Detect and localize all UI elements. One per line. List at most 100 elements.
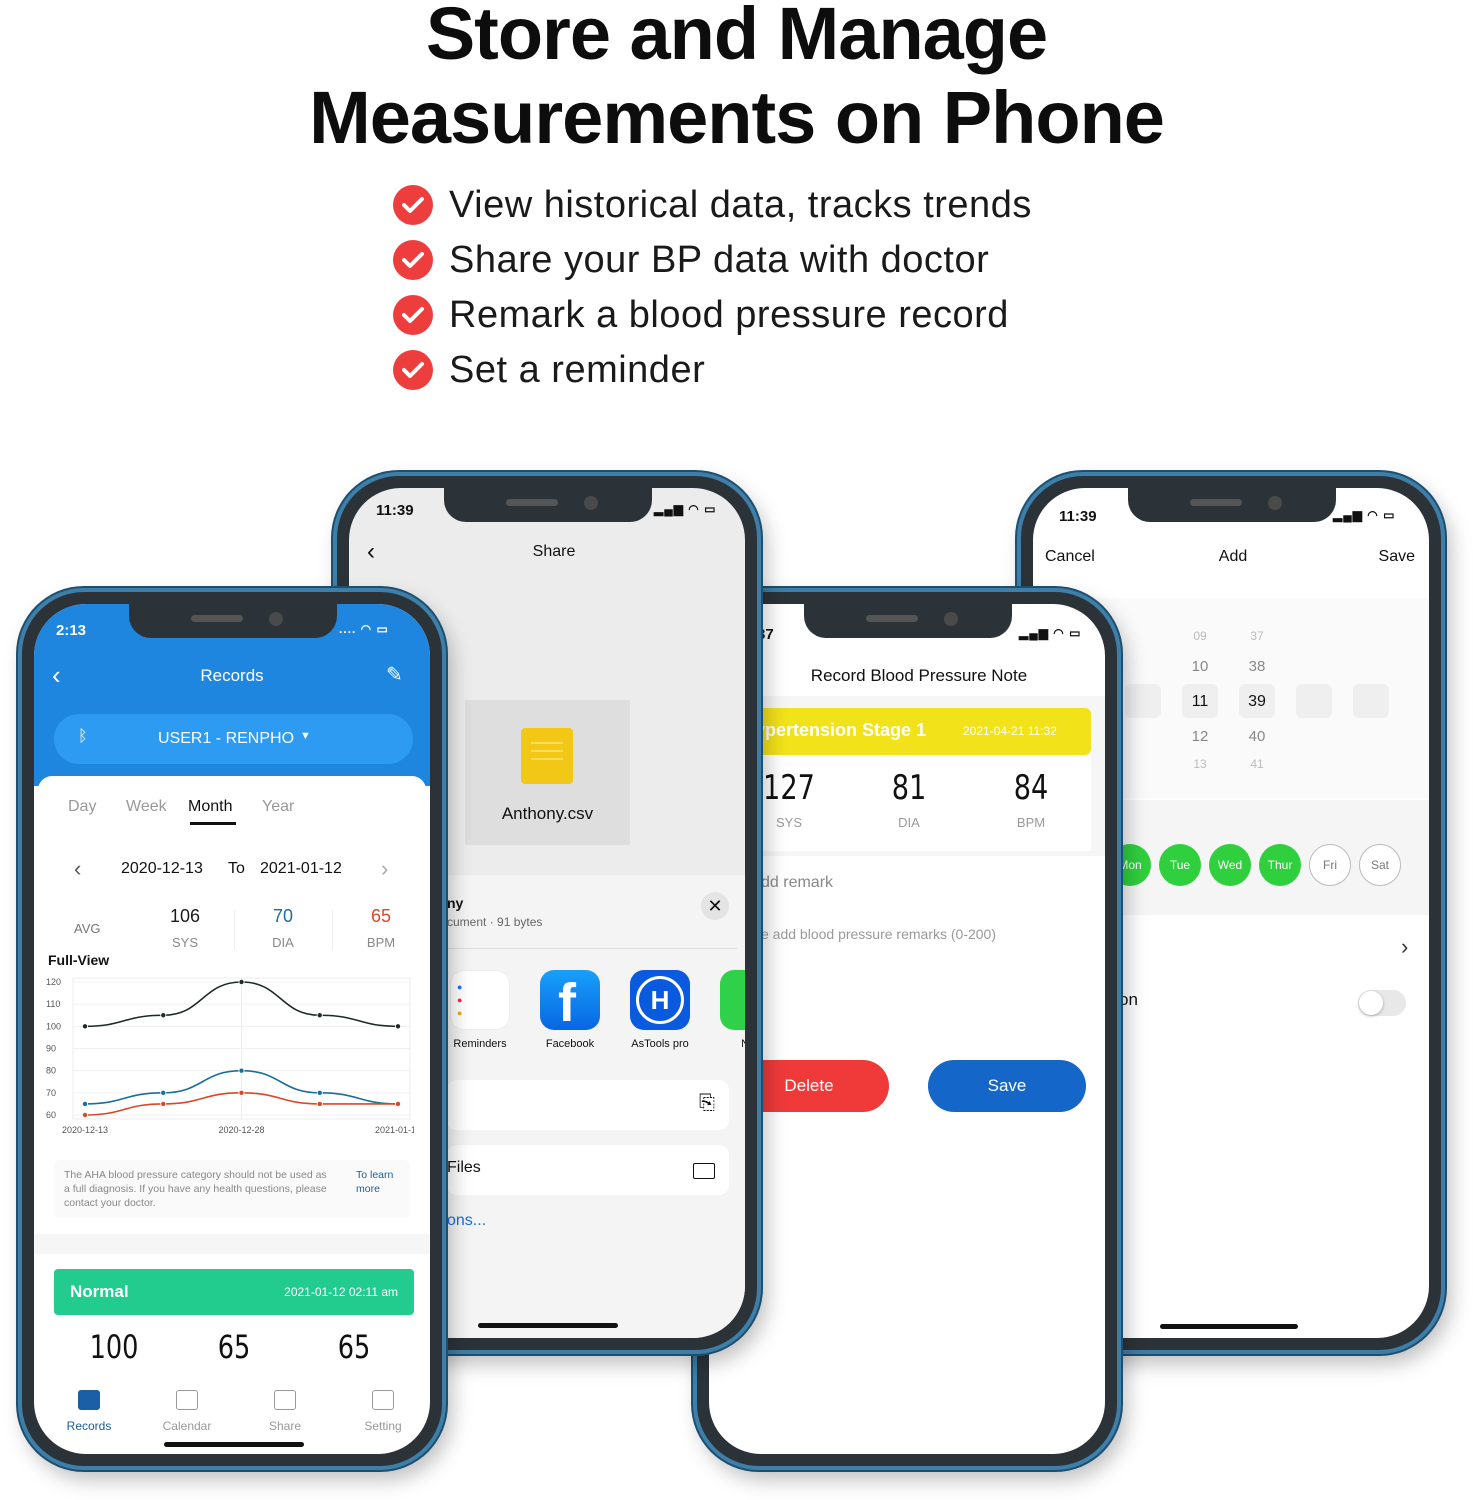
save-button[interactable]: Save (928, 1060, 1086, 1112)
astools-icon[interactable]: H (630, 970, 690, 1030)
tab-month[interactable]: Month (188, 798, 232, 816)
day-toggle-tue[interactable]: Tue (1159, 844, 1201, 886)
bp-trend-chart: 120 110 100 90 80 70 60 2020-12-13 2020-12-28 202… (46, 977, 414, 1135)
copy-action[interactable]: ⎘ (447, 1080, 729, 1130)
user-selector[interactable]: ᛒ USER1 - RENPHO ▼ (54, 714, 413, 764)
minute-option[interactable]: 38 (1237, 658, 1277, 675)
day-toggle-wed[interactable]: Wed (1209, 844, 1251, 886)
share-icon[interactable] (274, 1390, 296, 1410)
remark-input[interactable]: e add blood pressure remarks (0-200) (761, 926, 996, 942)
data-point (82, 1100, 89, 1107)
bp-dia-value: 81 (891, 768, 927, 808)
app-label: Facebook (545, 1038, 595, 1050)
latest-category-banner[interactable]: Normal 2021-01-12 02:11 am (54, 1269, 414, 1315)
app-label: Reminders (453, 1038, 507, 1050)
minute-option[interactable]: 37 (1237, 629, 1277, 643)
nav-setting[interactable]: Setting (340, 1419, 426, 1433)
document-icon (521, 728, 573, 784)
next-range-button[interactable]: › (381, 856, 388, 882)
reminders-icon[interactable]: ● ● ● (450, 970, 510, 1030)
save-to-files-action[interactable]: Files (447, 1145, 729, 1195)
data-point (238, 1089, 245, 1096)
feature-text: Set a reminder (449, 348, 706, 391)
prev-range-button[interactable]: ‹ (74, 856, 81, 882)
status-time: 2:13 (56, 622, 87, 639)
learn-more-link[interactable]: To learn more (356, 1168, 406, 1196)
sheet-title: ny (447, 895, 464, 911)
nav-share[interactable]: Share (242, 1419, 328, 1433)
page-title: Share (532, 543, 576, 560)
edit-actions-link[interactable]: ons... (447, 1212, 486, 1230)
data-point (160, 1089, 167, 1096)
y-tick-label: 60 (46, 1110, 56, 1120)
phone-records: 2:13 .... ◠ ▭ ‹ Records ✎ ᛒ USER1 - RENP… (18, 588, 446, 1470)
picker-wheel-box[interactable] (1125, 684, 1161, 718)
minute-option[interactable]: 40 (1237, 728, 1277, 745)
hour-option[interactable]: 13 (1180, 757, 1220, 771)
bp-dia-label: DIA (898, 815, 920, 830)
disclaimer-text: The AHA blood pressure category should n… (64, 1169, 327, 1209)
check-icon (393, 185, 433, 225)
headline-line2: Measurements on Phone (309, 76, 1165, 159)
category-banner: ypertension Stage 1 2021-04-21 11:32 (709, 708, 1091, 755)
avg-dia-value: 70 (272, 906, 294, 926)
remark-label: dd remark (761, 874, 834, 891)
date-to[interactable]: 2021-01-12 (260, 860, 342, 878)
calendar-icon[interactable] (176, 1390, 198, 1410)
back-button[interactable]: ‹ (52, 660, 61, 691)
x-tick-label: 2020-12-13 (62, 1125, 108, 1135)
toggle-label: on (1119, 990, 1138, 1009)
status-icons: .... ◠ ▭ (339, 622, 389, 636)
reminder-toggle[interactable] (1358, 990, 1406, 1016)
day-toggle-sat[interactable]: Sat (1359, 844, 1401, 886)
minute-option[interactable]: 41 (1237, 757, 1277, 771)
avg-sys-label: SYS (171, 935, 198, 950)
data-point (160, 1100, 167, 1107)
x-tick-label: 2020-12-28 (218, 1125, 264, 1135)
feature-text: Share your BP data with doctor (449, 238, 990, 281)
close-icon[interactable]: ✕ (701, 892, 729, 920)
page-title: Records (200, 666, 264, 685)
tab-week[interactable]: Week (126, 798, 167, 816)
category-label: ypertension Stage 1 (755, 720, 927, 740)
file-preview[interactable]: Anthony.csv (465, 700, 630, 845)
facebook-icon[interactable]: f (540, 970, 600, 1033)
cancel-button[interactable]: Cancel (1045, 548, 1095, 566)
sheet-subtitle: cument · 91 bytes (447, 915, 543, 929)
day-toggle-fri[interactable]: Fri (1309, 844, 1351, 886)
hour-option[interactable]: 09 (1180, 629, 1220, 643)
disclaimer-box: The AHA blood pressure category should n… (54, 1160, 410, 1218)
data-point (316, 1100, 323, 1107)
nav-calendar[interactable]: Calendar (144, 1419, 230, 1433)
files-label: Files (447, 1159, 481, 1176)
numbers-icon[interactable] (720, 970, 745, 1030)
tab-year[interactable]: Year (262, 798, 294, 816)
status-icons: ▂▄▆ ◠ ▭ (1333, 508, 1396, 522)
tab-day[interactable]: Day (68, 798, 96, 816)
edit-icon[interactable]: ✎ (386, 662, 403, 687)
chevron-right-icon[interactable]: › (1401, 934, 1408, 960)
selected-hour[interactable]: 11 (1180, 693, 1220, 711)
back-button[interactable]: ‹ (367, 538, 375, 566)
selected-minute[interactable]: 39 (1237, 693, 1277, 711)
save-button[interactable]: Save (1379, 548, 1415, 566)
data-point (394, 1023, 401, 1030)
copy-icon: ⎘ (699, 1092, 715, 1114)
notch (129, 604, 337, 638)
hour-option[interactable]: 12 (1180, 728, 1220, 745)
picker-wheel-box[interactable] (1353, 684, 1389, 718)
day-toggle-thur[interactable]: Thur (1259, 844, 1301, 886)
category-label: Normal (70, 1282, 129, 1301)
chart-icon[interactable] (78, 1390, 100, 1410)
feature-item: Share your BP data with doctor (393, 238, 989, 282)
nav-records[interactable]: Records (46, 1419, 132, 1433)
chart-title: Full-View (48, 952, 110, 968)
data-point (82, 1111, 89, 1118)
hour-option[interactable]: 10 (1180, 658, 1220, 675)
divider (234, 910, 235, 950)
picker-wheel-box[interactable] (1296, 684, 1332, 718)
settings-icon[interactable] (372, 1390, 394, 1410)
app-label: Nur (705, 1038, 745, 1050)
date-from[interactable]: 2020-12-13 (121, 860, 203, 878)
home-indicator (478, 1323, 618, 1328)
